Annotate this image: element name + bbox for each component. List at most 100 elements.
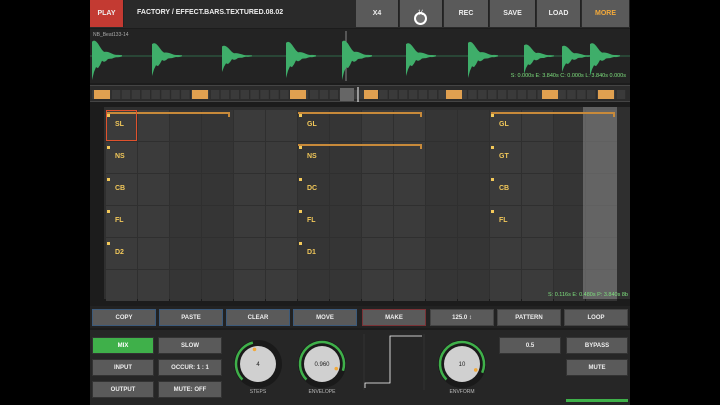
rec-button[interactable]: REC bbox=[444, 0, 489, 27]
save-button[interactable]: SAVE bbox=[490, 0, 536, 27]
grid-cell[interactable] bbox=[170, 142, 201, 173]
grid-cell[interactable] bbox=[426, 270, 457, 301]
grid-cell[interactable] bbox=[266, 206, 297, 237]
grid-cell[interactable] bbox=[234, 270, 265, 301]
grid-cell[interactable] bbox=[330, 238, 361, 269]
grid-cell[interactable] bbox=[266, 238, 297, 269]
grid-cell[interactable] bbox=[554, 174, 585, 205]
bypass-button[interactable]: BYPASS bbox=[566, 337, 628, 354]
preset-title[interactable]: FACTORY / EFFECT.BARS.TEXTURED.08.02 bbox=[137, 9, 283, 16]
copy-button[interactable]: COPY bbox=[92, 309, 156, 326]
tempo-button[interactable]: 125.0 ↕ bbox=[430, 309, 494, 326]
grid-cell[interactable] bbox=[426, 174, 457, 205]
grid-cell[interactable] bbox=[266, 142, 297, 173]
grid-cell[interactable] bbox=[426, 142, 457, 173]
grid-cell[interactable] bbox=[202, 206, 233, 237]
grid-cell[interactable] bbox=[458, 110, 489, 141]
loop-button[interactable]: LOOP bbox=[564, 309, 628, 326]
grid-cell[interactable] bbox=[170, 206, 201, 237]
grid-cell[interactable] bbox=[330, 110, 361, 141]
envform-knob[interactable]: 10 bbox=[438, 340, 486, 388]
grid-cell[interactable] bbox=[522, 238, 553, 269]
grid-cell[interactable] bbox=[426, 110, 457, 141]
grid-cell[interactable] bbox=[330, 270, 361, 301]
pattern-button[interactable]: PATTERN bbox=[497, 309, 561, 326]
grid-cell[interactable] bbox=[394, 174, 425, 205]
grid-cell[interactable] bbox=[330, 142, 361, 173]
grid-cell[interactable] bbox=[458, 174, 489, 205]
grid-cell[interactable] bbox=[554, 110, 585, 141]
waveform-display[interactable]: NB_Beat133-14 S: 0.000s E: 3.840s C: 0.0… bbox=[90, 29, 630, 83]
overview-step bbox=[567, 90, 576, 99]
grid-cell[interactable] bbox=[138, 174, 169, 205]
grid-cell[interactable] bbox=[170, 270, 201, 301]
grid-cell[interactable] bbox=[522, 174, 553, 205]
steps-knob[interactable]: 4 bbox=[234, 340, 282, 388]
grid-cell[interactable] bbox=[106, 270, 137, 301]
grid-cell[interactable] bbox=[202, 238, 233, 269]
grid-cell[interactable] bbox=[394, 206, 425, 237]
grid-cell[interactable] bbox=[362, 174, 393, 205]
grid-cell[interactable] bbox=[170, 174, 201, 205]
pattern-overview[interactable] bbox=[90, 85, 630, 102]
grid-cell[interactable] bbox=[362, 142, 393, 173]
move-button[interactable]: MOVE bbox=[293, 309, 357, 326]
drum-label: GL bbox=[499, 121, 509, 128]
grid-cell[interactable] bbox=[138, 110, 169, 141]
grid-cell[interactable] bbox=[202, 142, 233, 173]
overview-step bbox=[398, 90, 408, 99]
make-button[interactable]: MAKE bbox=[362, 309, 426, 326]
grid-cell[interactable] bbox=[330, 174, 361, 205]
grid-cell[interactable] bbox=[138, 238, 169, 269]
grid-cell[interactable] bbox=[522, 142, 553, 173]
grid-cell[interactable] bbox=[362, 270, 393, 301]
play-button[interactable]: PLAY bbox=[90, 0, 124, 27]
value-box[interactable]: 0.5 bbox=[499, 337, 561, 354]
grid-cell[interactable] bbox=[170, 110, 201, 141]
grid-cell[interactable] bbox=[234, 238, 265, 269]
grid-cell[interactable] bbox=[362, 238, 393, 269]
grid-cell[interactable] bbox=[426, 206, 457, 237]
grid-cell[interactable] bbox=[138, 270, 169, 301]
grid-cell[interactable] bbox=[426, 238, 457, 269]
load-button[interactable]: LOAD bbox=[537, 0, 581, 27]
grid-cell[interactable] bbox=[266, 174, 297, 205]
x4-button[interactable]: X4 bbox=[356, 0, 399, 27]
knob-value: 10 bbox=[459, 362, 466, 368]
grid-cell[interactable] bbox=[394, 238, 425, 269]
grid-cell[interactable] bbox=[522, 110, 553, 141]
grid-cell[interactable] bbox=[330, 206, 361, 237]
step-grid[interactable]: SL NS CB FL D2 GL NS DC FL D1 GL GT CB F… bbox=[104, 107, 630, 301]
grid-cell[interactable] bbox=[554, 238, 585, 269]
bar-marker-end bbox=[228, 112, 230, 117]
grid-cell[interactable] bbox=[554, 142, 585, 173]
grid-cell[interactable] bbox=[234, 142, 265, 173]
grid-cell[interactable] bbox=[458, 270, 489, 301]
envelope-knob[interactable]: 0.960 bbox=[298, 340, 346, 388]
grid-cell[interactable] bbox=[490, 270, 521, 301]
grid-cell[interactable] bbox=[490, 238, 521, 269]
paste-button[interactable]: PASTE bbox=[159, 309, 223, 326]
grid-cell[interactable] bbox=[394, 270, 425, 301]
grid-cell[interactable] bbox=[458, 206, 489, 237]
grid-cell[interactable] bbox=[554, 206, 585, 237]
grid-cell[interactable] bbox=[266, 270, 297, 301]
grid-cell[interactable] bbox=[362, 110, 393, 141]
more-button[interactable]: MORE bbox=[582, 0, 630, 27]
grid-cell[interactable] bbox=[202, 270, 233, 301]
grid-cell[interactable] bbox=[458, 142, 489, 173]
grid-cell[interactable] bbox=[298, 270, 329, 301]
grid-cell[interactable] bbox=[362, 206, 393, 237]
grid-cell[interactable] bbox=[522, 206, 553, 237]
mute-button[interactable]: MUTE bbox=[566, 359, 628, 376]
grid-cell[interactable] bbox=[234, 174, 265, 205]
grid-cell[interactable] bbox=[234, 206, 265, 237]
grid-cell[interactable] bbox=[170, 238, 201, 269]
grid-cell[interactable] bbox=[234, 110, 265, 141]
grid-cell[interactable] bbox=[138, 206, 169, 237]
grid-cell[interactable] bbox=[266, 110, 297, 141]
grid-cell[interactable] bbox=[138, 142, 169, 173]
grid-cell[interactable] bbox=[458, 238, 489, 269]
clear-button[interactable]: CLEAR bbox=[226, 309, 290, 326]
grid-cell[interactable] bbox=[202, 174, 233, 205]
